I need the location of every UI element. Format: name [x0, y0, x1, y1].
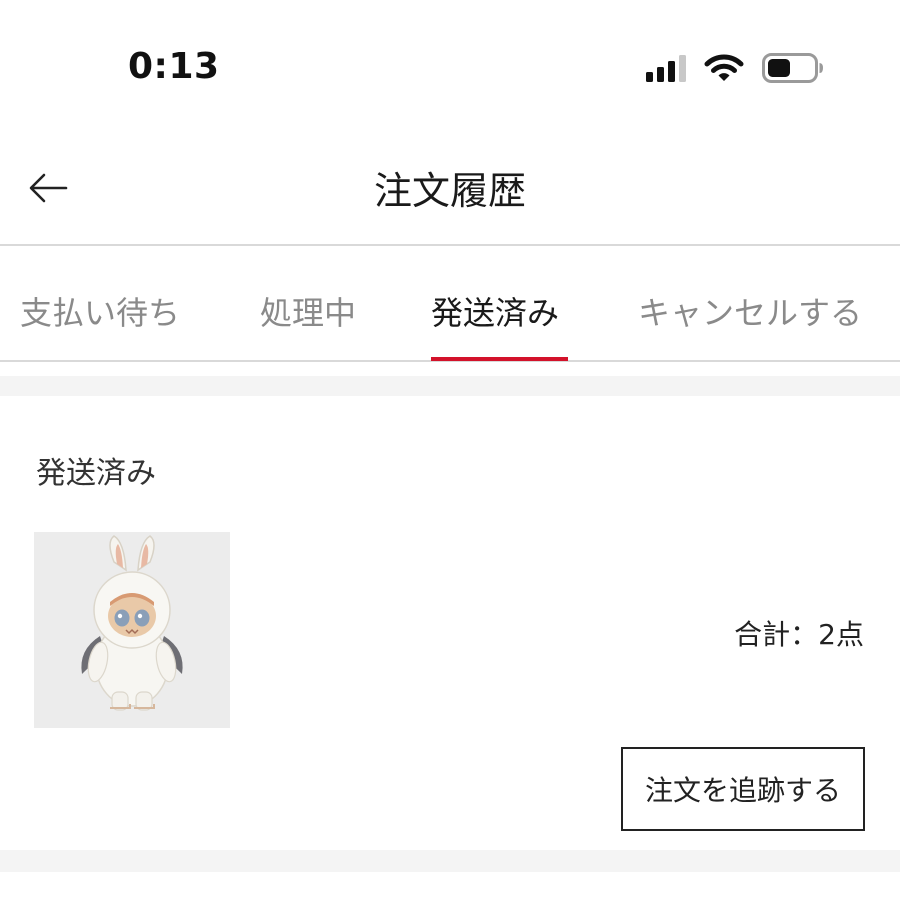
- order-card[interactable]: 発送済み 合計：2点 注文を追跡する: [0, 396, 900, 850]
- order-total-value: 2点: [818, 618, 864, 651]
- status-icons: [646, 50, 824, 86]
- bottom-separator: [0, 850, 900, 872]
- order-total: 合計：2点: [734, 613, 864, 653]
- app-header: 注文履歴: [0, 130, 900, 246]
- tab-awaiting-payment[interactable]: 支払い待ち: [20, 288, 180, 334]
- status-time: 0:13: [128, 46, 220, 87]
- active-tab-indicator: [431, 357, 568, 361]
- order-status-tabs: 支払い待ち 処理中 発送済み キャンセルする: [0, 246, 900, 362]
- tab-shipped[interactable]: 発送済み: [431, 288, 559, 334]
- tab-processing[interactable]: 処理中: [260, 288, 356, 334]
- order-status-label: 発送済み: [36, 456, 156, 491]
- order-total-label: 合計：: [734, 618, 819, 651]
- product-thumbnail[interactable]: [34, 532, 230, 728]
- section-separator: [0, 376, 900, 396]
- status-bar: 0:13: [0, 0, 900, 130]
- product-figure-image: [81, 535, 183, 711]
- page-title: 注文履歴: [373, 169, 526, 213]
- battery-icon: [762, 53, 824, 83]
- track-order-button[interactable]: 注文を追跡する: [621, 747, 865, 831]
- wifi-icon: [704, 53, 744, 83]
- tab-cancelled[interactable]: キャンセルする: [638, 288, 862, 334]
- signal-icon: [646, 54, 686, 82]
